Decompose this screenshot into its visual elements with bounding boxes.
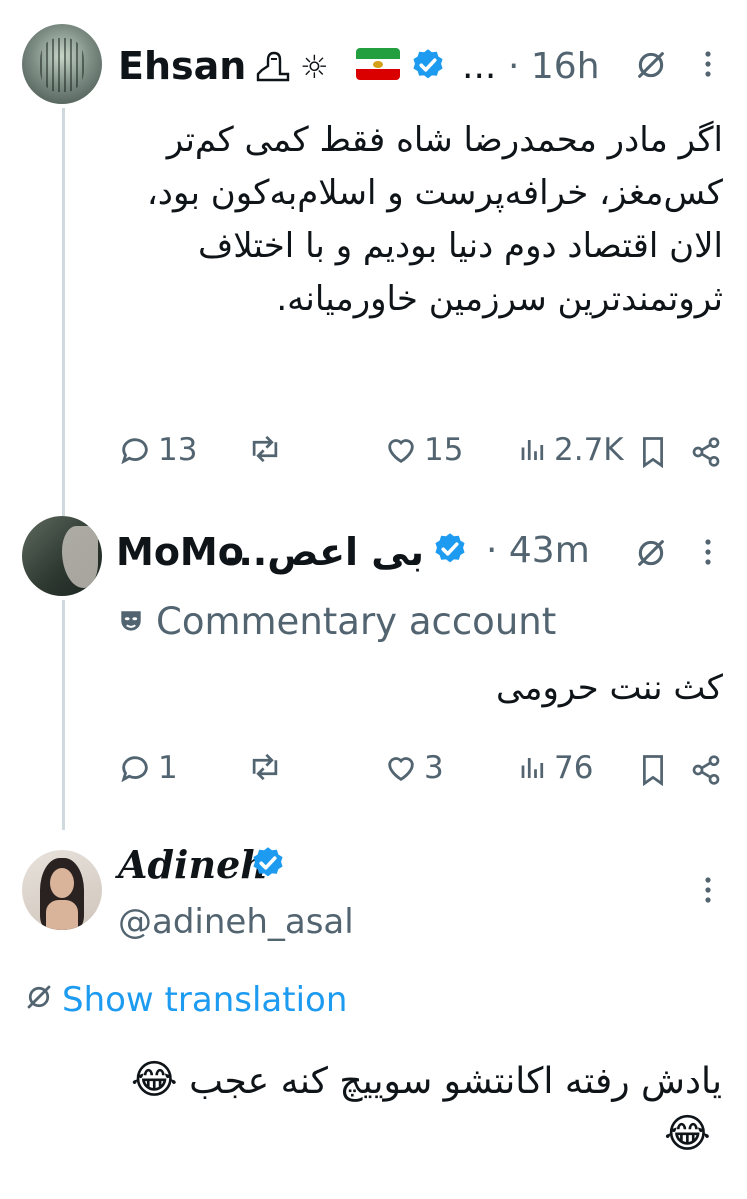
- like-count: 3: [424, 750, 444, 786]
- more-icon[interactable]: [698, 534, 718, 570]
- sun-emoji: ☼: [300, 48, 329, 86]
- sphinx-emoji-icon: [256, 51, 290, 82]
- tweet-text-content: یادش رفته اکانتشو سوییچ کنه عجب: [189, 1061, 722, 1102]
- avatar[interactable]: [22, 850, 102, 930]
- reply-count: 13: [158, 432, 198, 468]
- repost-icon: [252, 435, 278, 463]
- thread-line-1: [62, 108, 65, 516]
- repost-button[interactable]: [246, 432, 290, 466]
- grok-icon[interactable]: [634, 48, 668, 82]
- display-name-rtl: بی اعص...: [223, 530, 424, 574]
- heart-icon: [388, 757, 414, 781]
- tweet-text: یادش رفته اکانتشو سوییچ کنه عجب 😂: [60, 1054, 722, 1108]
- views-count: 2.7K: [554, 432, 624, 468]
- display-name[interactable]: Adineh: [118, 842, 268, 887]
- flag-icon: [356, 48, 400, 80]
- reply-button[interactable]: 1: [118, 750, 178, 786]
- grok-icon[interactable]: [634, 536, 668, 570]
- laughing-emoji-2: 😂: [664, 1111, 711, 1157]
- bookmark-icon[interactable]: [640, 754, 666, 786]
- reply-icon: [121, 756, 148, 783]
- display-name[interactable]: Ehsan: [118, 44, 246, 88]
- like-button[interactable]: 3: [384, 750, 444, 786]
- reply-button[interactable]: 13: [118, 432, 197, 468]
- show-translation-link[interactable]: Show translation: [62, 980, 347, 1020]
- views-icon: [521, 758, 544, 778]
- repost-icon: [252, 753, 278, 781]
- name-ellipsis: ...: [462, 46, 497, 87]
- laughing-emoji: 😂: [130, 1057, 178, 1103]
- reply-count: 1: [158, 750, 178, 786]
- verified-badge-icon: [253, 847, 283, 877]
- timestamp[interactable]: · 43m: [486, 530, 590, 571]
- verified-badge-icon: [413, 49, 443, 79]
- views-button[interactable]: 76: [518, 750, 593, 786]
- theater-mask-icon: [121, 611, 141, 631]
- avatar[interactable]: [22, 516, 102, 596]
- share-icon[interactable]: [690, 436, 722, 468]
- commentary-label: Commentary account: [156, 600, 557, 643]
- like-button[interactable]: 15: [384, 432, 463, 468]
- bookmark-icon[interactable]: [640, 436, 666, 468]
- avatar[interactable]: [22, 24, 102, 104]
- handle[interactable]: @adineh_asal: [118, 902, 354, 942]
- timestamp[interactable]: · 16h: [508, 46, 600, 87]
- verified-badge-icon: [435, 533, 465, 563]
- tweet-text: اگر مادر محمدرضا شاه فقط کمی کم‌تر کس‌مغ…: [146, 120, 723, 319]
- views-icon: [521, 440, 544, 460]
- repost-button[interactable]: [246, 750, 290, 784]
- thread-line-2: [62, 600, 65, 830]
- grok-icon: [27, 985, 51, 1009]
- views-button[interactable]: 2.7K: [518, 432, 624, 468]
- heart-icon: [388, 439, 414, 463]
- tweet-text: کث ننت حرومی: [495, 668, 723, 708]
- views-count: 76: [554, 750, 594, 786]
- reply-icon: [121, 438, 148, 465]
- more-icon[interactable]: [698, 46, 718, 82]
- more-icon[interactable]: [698, 872, 718, 908]
- share-icon[interactable]: [690, 754, 722, 786]
- like-count: 15: [424, 432, 464, 468]
